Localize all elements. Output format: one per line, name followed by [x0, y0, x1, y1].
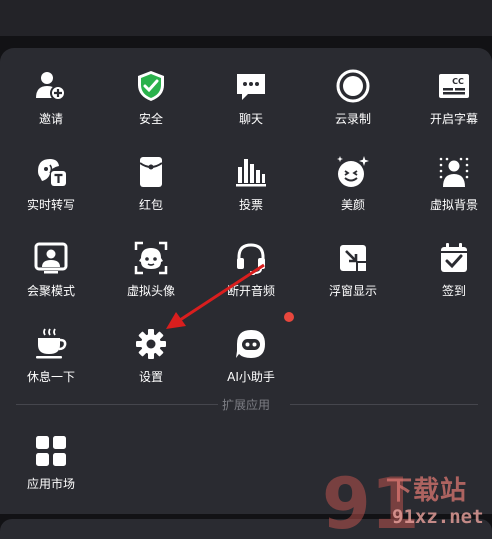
- app-store-label: 应用市场: [26, 477, 75, 491]
- beauty-button[interactable]: 美颜: [303, 152, 403, 230]
- ai-robot-icon: [231, 324, 271, 364]
- transcribe-label: 实时转写: [26, 198, 75, 212]
- disconnect-audio-button[interactable]: 断开音频: [201, 238, 301, 316]
- red-packet-label: 红包: [138, 198, 163, 212]
- captions-label: 开启字幕: [429, 112, 478, 126]
- cc-icon: CC: [434, 66, 474, 106]
- disconnect-audio-label: 断开音频: [226, 284, 275, 298]
- float-window-button[interactable]: 浮窗显示: [303, 238, 403, 316]
- virtual-avatar-button[interactable]: 虚拟头像: [101, 238, 201, 316]
- app-store-button[interactable]: 应用市场: [1, 431, 101, 509]
- divider-left: [16, 404, 218, 405]
- record-icon: [333, 66, 373, 106]
- top-bar: [0, 0, 492, 36]
- focus-mode-button[interactable]: 会聚模式: [1, 238, 101, 316]
- watermark-site-name: 下载站: [386, 476, 468, 506]
- vote-label: 投票: [238, 198, 263, 212]
- break-button[interactable]: 休息一下: [1, 324, 101, 402]
- ai-assistant-label: AI小助手: [227, 370, 275, 384]
- checkin-button[interactable]: 签到: [404, 238, 492, 316]
- security-button[interactable]: 安全: [101, 66, 201, 144]
- security-label: 安全: [138, 112, 163, 126]
- virtual-background-button[interactable]: 虚拟背景: [404, 152, 492, 230]
- break-label: 休息一下: [26, 370, 75, 384]
- settings-label: 设置: [138, 370, 163, 384]
- transcribe-button[interactable]: 实时转写: [1, 152, 101, 230]
- virtual-avatar-icon: [131, 238, 171, 278]
- float-window-label: 浮窗显示: [328, 284, 377, 298]
- red-packet-button[interactable]: 红包: [101, 152, 201, 230]
- chat-button[interactable]: 聊天: [201, 66, 301, 144]
- beauty-label: 美颜: [340, 198, 365, 212]
- focus-mode-icon: [31, 238, 71, 278]
- virtual-background-label: 虚拟背景: [429, 198, 478, 212]
- watermark-url: 91xz.net: [392, 506, 484, 528]
- vote-button[interactable]: 投票: [201, 152, 301, 230]
- extension-divider-label: 扩展应用: [221, 398, 270, 412]
- red-packet-icon: [131, 152, 171, 192]
- chat-label: 聊天: [238, 112, 263, 126]
- checkin-label: 签到: [441, 284, 466, 298]
- coffee-cup-icon: [31, 324, 71, 364]
- gear-icon: [131, 324, 171, 364]
- focus-mode-label: 会聚模式: [26, 284, 75, 298]
- smile-sparkle-icon: [333, 152, 373, 192]
- invite-label: 邀请: [38, 112, 63, 126]
- ai-assistant-new-badge: [284, 312, 294, 322]
- captions-button[interactable]: CC 开启字幕: [404, 66, 492, 144]
- chat-bubble-icon: [231, 66, 271, 106]
- float-window-icon: [333, 238, 373, 278]
- invite-button[interactable]: 邀请: [1, 66, 101, 144]
- cloud-record-label: 云录制: [334, 112, 371, 126]
- person-add-icon: [31, 66, 71, 106]
- grid-apps-icon: [31, 431, 71, 471]
- ai-assistant-button[interactable]: AI小助手: [201, 324, 301, 402]
- virtual-background-icon: [434, 152, 474, 192]
- bar-chart-icon: [231, 152, 271, 192]
- svg-text:CC: CC: [452, 77, 464, 86]
- divider-right: [290, 404, 478, 405]
- headset-icon: [231, 238, 271, 278]
- calendar-check-icon: [434, 238, 474, 278]
- voice-transcribe-icon: [31, 152, 71, 192]
- virtual-avatar-label: 虚拟头像: [126, 284, 175, 298]
- cloud-record-button[interactable]: 云录制: [303, 66, 403, 144]
- settings-button[interactable]: 设置: [101, 324, 201, 402]
- shield-check-icon: [131, 66, 171, 106]
